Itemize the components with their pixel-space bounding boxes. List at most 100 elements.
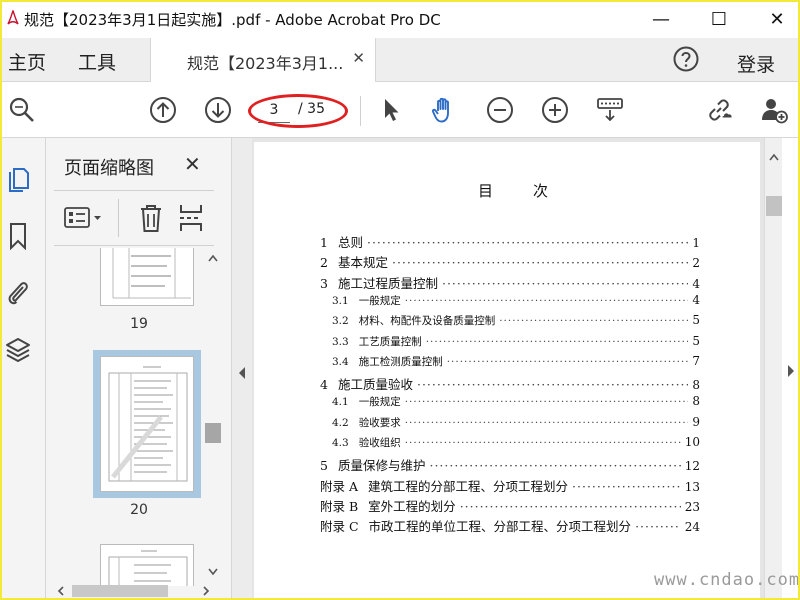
toc-entry[interactable]: 附录 A 建筑工程的分部工程、分项工程划分 ····················… [320,476,700,496]
scroll-up-arrow-icon[interactable] [768,152,780,162]
panel-splitter[interactable] [232,138,252,600]
maximize-button[interactable]: ☐ [696,0,742,38]
toc-leader-dots: ········································… [635,519,681,535]
toc-entry-number: 4.2 [332,416,349,429]
help-circle-icon[interactable] [672,45,700,73]
toc-entry[interactable]: 4.1 一般规定 ·································… [320,394,700,414]
page-thumbnail-next[interactable] [100,544,194,586]
toc-entry[interactable]: 3.1 一般规定 ·································… [320,293,700,313]
zoom-out-icon[interactable] [486,96,514,124]
toc-entry-title: 基本规定 [337,255,388,271]
title-bar: 规范【2023年3月1日起实施】.pdf - Adobe Acrobat Pro… [0,0,800,38]
toc-leader-dots: ········································… [404,416,689,429]
toc-entry-title: 总则 [337,235,363,250]
thumbnail-vertical-scrollbar[interactable] [204,248,222,582]
toc-entry[interactable]: 3.4 施工检测质量控制 ·····························… [320,354,700,374]
minimize-button[interactable]: — [638,0,684,38]
toc-entry[interactable]: 2 基本规定 ···································… [320,252,700,272]
attachment-icon[interactable] [5,278,31,306]
close-tab-button[interactable]: ✕ [352,49,365,67]
thumbnail-content [108,366,188,482]
menu-row: 主页 工具 规范【2023年3月1... ✕ 登录 [0,38,800,82]
toc-entry-number: 附录 A [320,478,359,494]
toc-entry-title: 市政工程的单位工程、分部工程、分项工程划分 [368,519,632,535]
page-thumbnails-panel: 页面缩略图 ✕ 19 20 [46,138,232,600]
page-up-icon[interactable] [149,96,177,124]
toc-leader-dots: ········································… [459,498,681,514]
toc-entry[interactable]: 3.2 材料、构配件及设备质量控制 ························… [320,313,700,333]
left-navigation-rail [0,138,46,600]
pdf-page: 目次 1 总则 ··································… [254,142,760,600]
close-panel-button[interactable]: ✕ [184,152,201,176]
tools-tab[interactable]: 工具 [78,48,116,75]
toc-entry[interactable]: 附录 C 市政工程的单位工程、分部工程、分项工程划分···············… [320,516,700,536]
page-thumbnail-19[interactable] [100,248,194,306]
toc-leader-dots: ········································… [499,315,689,328]
toc-entry-title: 验收组织 [358,437,401,449]
toc-entry-page: 9 [692,414,700,429]
insert-page-icon[interactable] [178,203,204,233]
bookmark-icon[interactable] [5,222,31,250]
home-tab[interactable]: 主页 [8,48,46,75]
layers-icon[interactable] [5,336,31,364]
share-link-icon[interactable] [705,96,733,124]
document-vertical-scrollbar[interactable] [764,138,782,600]
page-down-icon[interactable] [204,96,232,124]
toc-entry-title: 施工过程质量控制 [337,275,438,291]
toc-leader-dots: ········································… [366,235,688,250]
thumbnail-page-number: 20 [130,502,148,518]
toc-entry-page: 13 [684,479,700,494]
toc-entry-title: 施工质量验收 [337,377,413,393]
toc-entry[interactable]: 3 施工过程质量控制 ·······························… [320,273,700,293]
toc-leader-dots: ········································… [425,335,689,348]
thumbnail-options-icon[interactable] [64,205,106,231]
hand-tool-icon[interactable] [430,96,458,124]
toc-entry-page: 10 [684,435,700,449]
toc-entry-page: 12 [684,459,700,474]
thumbnail-horizontal-scrollbar[interactable] [54,582,220,600]
expand-right-icon[interactable] [786,364,796,378]
toc-entry-title: 验收要求 [358,416,401,429]
page-thumbnail-20[interactable] [100,356,194,492]
toolbar-divider [360,96,361,126]
toc-entry[interactable]: 4.3 验收组织 ·································… [320,435,700,455]
toc-entry-title: 材料、构配件及设备质量控制 [358,315,496,328]
toc-entry-number: 3.4 [332,355,349,368]
document-tab[interactable]: 规范【2023年3月1... ✕ [150,38,376,82]
collapse-panel-icon[interactable] [236,366,248,380]
toc-entry-number: 3.1 [332,294,349,307]
add-user-icon[interactable] [760,96,788,124]
trash-icon[interactable] [138,203,164,233]
toc-entry-number: 4 [320,377,328,393]
keyboard-scroll-icon[interactable] [596,96,624,124]
close-window-button[interactable]: ✕ [754,0,800,38]
toc-leader-dots: ········································… [441,275,688,291]
toc-entry-page: 1 [692,236,700,250]
toc-entry-title: 工艺质量控制 [358,335,422,348]
window-title: 规范【2023年3月1日起实施】.pdf - Adobe Acrobat Pro… [24,11,441,29]
toc-leader-dots: ········································… [391,255,689,271]
zoom-search-icon[interactable] [8,96,36,124]
toc-entry-page: 5 [692,313,700,328]
select-cursor-icon[interactable] [378,96,406,124]
toc-entry-number: 1 [320,235,328,250]
toc-leader-dots: ········································… [572,478,681,494]
toc-entry[interactable]: 4 施工质量验收 ·································… [320,374,700,394]
sign-in-button[interactable]: 登录 [737,50,775,77]
toc-entry[interactable]: 附录 B 室外工程的划分 ·····························… [320,496,700,516]
toc-heading: 目次 [478,182,589,200]
zoom-in-icon[interactable] [541,96,569,124]
toc-entry[interactable]: 5 质量保修与维护 ································… [320,455,700,475]
toc-leader-dots: ········································… [429,458,680,474]
toc-entry-title: 一般规定 [358,396,401,409]
scrollbar-thumb[interactable] [766,196,782,216]
main-toolbar: 3 / 35 [0,82,800,138]
toc-entry[interactable]: 4.2 验收要求 ·································… [320,415,700,435]
toc-entry-number: 3.2 [332,315,349,328]
toc-leader-dots: ········································… [404,396,689,409]
toc-entry-page: 23 [684,499,700,514]
panel-title: 页面缩略图 [64,158,154,179]
toc-entry[interactable]: 1 总则 ·····································… [320,232,700,252]
page-thumbnails-icon[interactable] [5,164,31,192]
toc-entry[interactable]: 3.3 工艺质量控制 ·······························… [320,334,700,354]
